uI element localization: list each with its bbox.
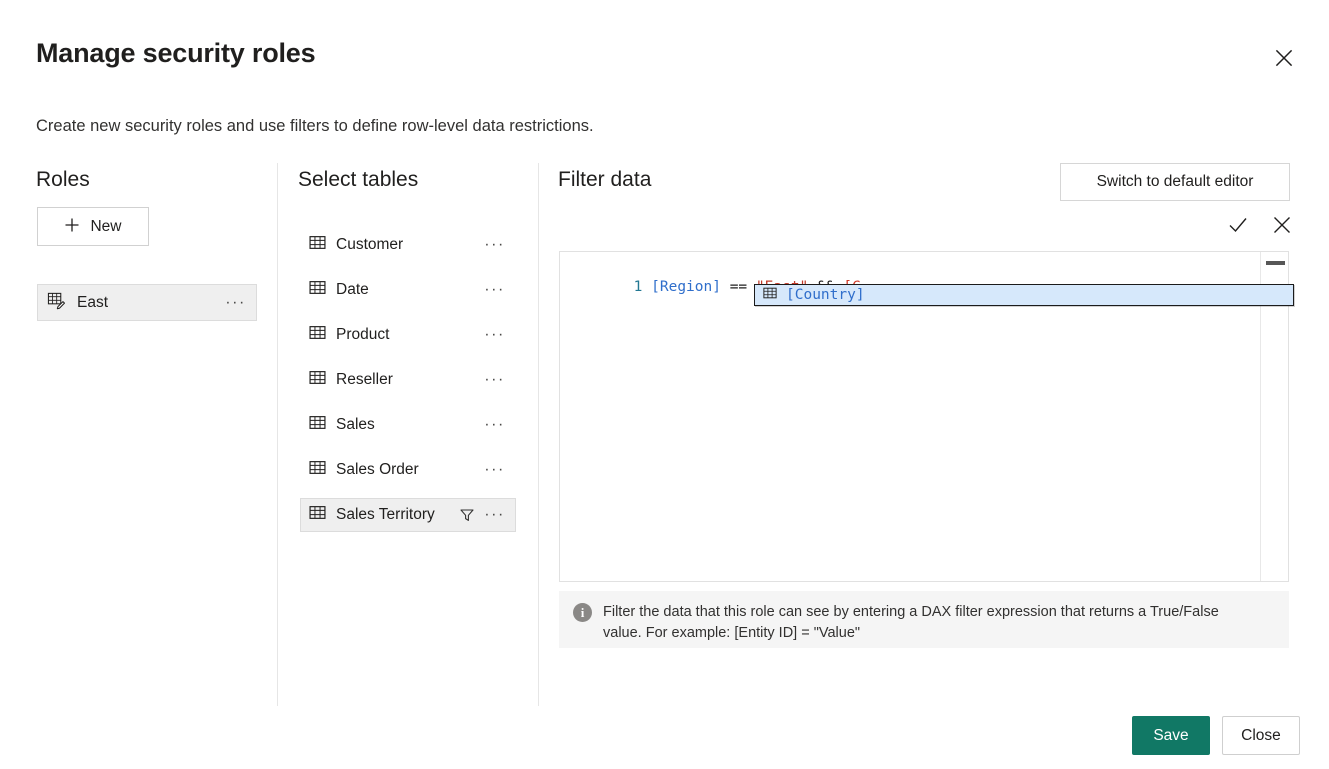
- table-icon: [309, 369, 326, 391]
- table-item-date[interactable]: Date ···: [300, 273, 516, 307]
- info-message-text: Filter the data that this role can see b…: [603, 602, 1243, 644]
- table-item-menu-button[interactable]: ···: [484, 285, 505, 295]
- filter-funnel-icon[interactable]: [459, 507, 475, 523]
- table-icon: [763, 286, 777, 305]
- role-item-menu-button[interactable]: ···: [225, 298, 246, 308]
- table-item-sales-order[interactable]: Sales Order ···: [300, 453, 516, 487]
- table-item-reseller[interactable]: Reseller ···: [300, 363, 516, 397]
- minimap-content: [1266, 261, 1285, 265]
- filter-data-heading: Filter data: [558, 168, 651, 192]
- table-item-label: Sales: [336, 416, 484, 434]
- table-icon: [309, 504, 326, 526]
- new-role-label: New: [90, 218, 121, 236]
- divider-tables-filter: [538, 163, 539, 706]
- page-title: Manage security roles: [36, 38, 315, 69]
- new-role-button[interactable]: New: [37, 207, 149, 246]
- code-token-operator: ==: [730, 279, 747, 295]
- save-button[interactable]: Save: [1132, 716, 1210, 755]
- tables-list: Customer ··· Date ··· Product ···: [300, 228, 516, 543]
- table-item-label: Date: [336, 281, 484, 299]
- dialog-footer: Save Close: [1132, 716, 1300, 755]
- table-item-menu-button[interactable]: ···: [484, 510, 505, 520]
- plus-icon: [64, 217, 80, 237]
- table-item-label: Customer: [336, 236, 484, 254]
- table-edit-icon: [47, 291, 66, 315]
- table-item-label: Sales Territory: [336, 506, 459, 524]
- table-icon: [309, 234, 326, 256]
- table-item-label: Product: [336, 326, 484, 344]
- autocomplete-suggestion-item[interactable]: [Country]: [754, 284, 1294, 306]
- close-icon[interactable]: [1264, 40, 1304, 76]
- close-icon[interactable]: [1269, 212, 1295, 238]
- page-subtitle: Create new security roles and use filter…: [36, 117, 594, 136]
- info-icon: i: [573, 603, 592, 622]
- table-item-menu-button[interactable]: ···: [484, 240, 505, 250]
- info-message-bar: i Filter the data that this role can see…: [559, 591, 1289, 648]
- autocomplete-suggestion-label: [Country]: [786, 287, 865, 303]
- select-tables-heading: Select tables: [298, 168, 418, 192]
- code-token-column: [Region]: [651, 279, 721, 295]
- table-icon: [309, 324, 326, 346]
- role-item-label: East: [77, 294, 225, 312]
- table-item-menu-button[interactable]: ···: [484, 375, 505, 385]
- switch-to-default-editor-button[interactable]: Switch to default editor: [1060, 163, 1290, 201]
- table-item-menu-button[interactable]: ···: [484, 330, 505, 340]
- table-icon: [309, 279, 326, 301]
- checkmark-icon[interactable]: [1225, 212, 1251, 238]
- divider-roles-tables: [277, 163, 278, 706]
- table-item-menu-button[interactable]: ···: [484, 465, 505, 475]
- table-item-label: Sales Order: [336, 461, 484, 479]
- role-item-east[interactable]: East ···: [37, 284, 257, 321]
- table-item-label: Reseller: [336, 371, 484, 389]
- manage-security-roles-dialog: Manage security roles Create new securit…: [0, 0, 1329, 769]
- editor-actions: [1225, 212, 1295, 238]
- table-icon: [309, 414, 326, 436]
- table-item-sales-territory[interactable]: Sales Territory ···: [300, 498, 516, 532]
- table-icon: [309, 459, 326, 481]
- roles-heading: Roles: [36, 168, 90, 192]
- table-item-customer[interactable]: Customer ···: [300, 228, 516, 262]
- table-item-sales[interactable]: Sales ···: [300, 408, 516, 442]
- table-item-menu-button[interactable]: ···: [484, 420, 505, 430]
- close-button[interactable]: Close: [1222, 716, 1300, 755]
- line-number: 1: [612, 279, 642, 295]
- table-item-product[interactable]: Product ···: [300, 318, 516, 352]
